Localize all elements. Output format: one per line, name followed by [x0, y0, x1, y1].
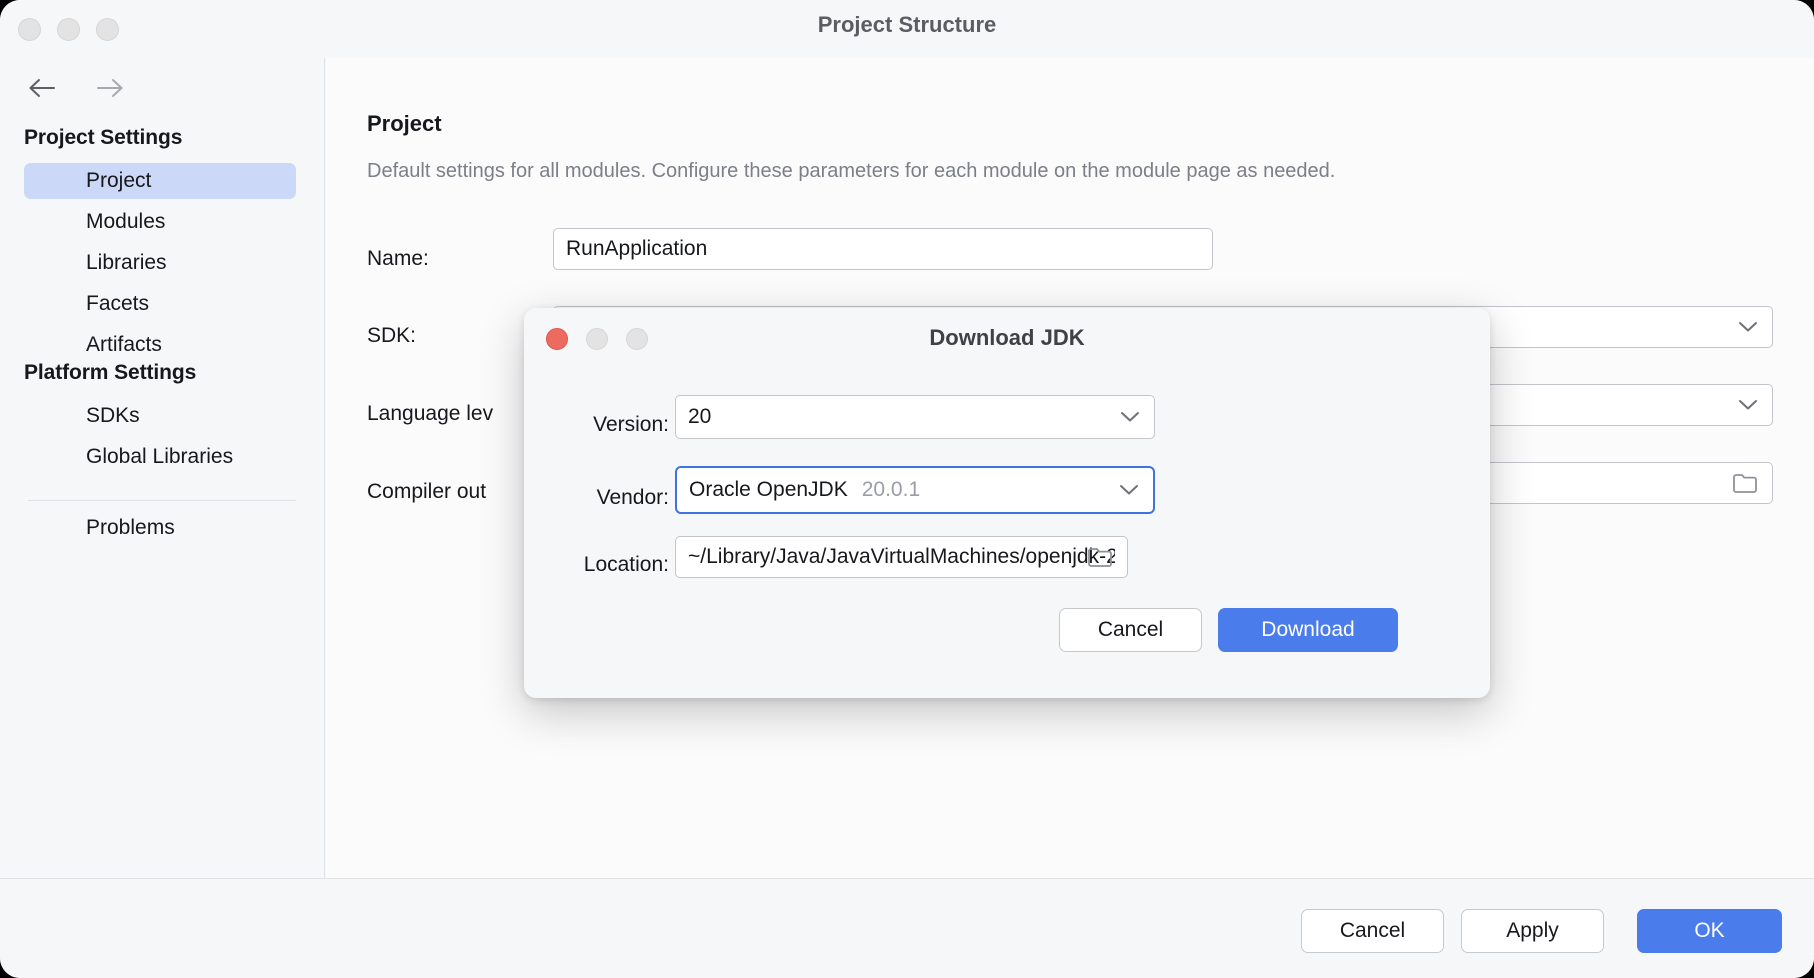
sidebar-item-label: Facets: [86, 292, 150, 315]
location-input[interactable]: ~/Library/Java/JavaVirtualMachines/openj…: [675, 536, 1128, 578]
sidebar-item-label: SDKs: [86, 404, 140, 427]
sidebar-item-label: Project: [86, 169, 152, 192]
chevron-down-icon: [1738, 399, 1758, 411]
vendor-combo-value: Oracle OpenJDK: [689, 478, 848, 501]
version-combo-value: 20: [688, 405, 712, 428]
folder-icon[interactable]: [1732, 472, 1758, 494]
compiler-output-label: Compiler out: [367, 480, 487, 503]
sidebar-item-label: Modules: [86, 210, 166, 233]
navigation-arrows: [24, 72, 128, 104]
sidebar-group-platform-settings: Platform Settings: [24, 361, 197, 384]
sidebar-item-libraries[interactable]: Libraries: [24, 245, 296, 281]
location-label: Location:: [583, 553, 669, 576]
download-jdk-dialog: Download JDK Version: 20 Vendor: Oracle …: [524, 308, 1490, 698]
dialog-titlebar: Download JDK: [524, 308, 1490, 370]
location-input-value: ~/Library/Java/JavaVirtualMachines/openj…: [688, 545, 1115, 568]
chevron-down-icon: [1120, 411, 1140, 423]
chevron-down-icon: [1738, 321, 1758, 333]
name-label: Name:: [367, 247, 429, 270]
page-title: Project: [367, 111, 442, 136]
name-input[interactable]: RunApplication: [553, 228, 1213, 270]
arrow-right-icon: [97, 79, 123, 97]
sidebar-divider: [28, 500, 296, 501]
dialog-download-button[interactable]: Download: [1218, 608, 1398, 652]
sidebar-item-project[interactable]: Project: [24, 163, 296, 199]
sidebar-item-modules[interactable]: Modules: [24, 204, 296, 240]
apply-button[interactable]: Apply: [1461, 909, 1604, 953]
project-structure-window: Project Structure Project Settings Proje…: [0, 0, 1814, 978]
sidebar-item-artifacts[interactable]: Artifacts: [24, 327, 296, 363]
window-titlebar: Project Structure: [0, 0, 1814, 58]
vendor-label: Vendor:: [596, 486, 669, 509]
forward-button[interactable]: [92, 72, 128, 104]
back-button[interactable]: [24, 72, 60, 104]
ok-button[interactable]: OK: [1637, 909, 1782, 953]
sidebar-item-sdks[interactable]: SDKs: [24, 398, 296, 434]
chevron-down-icon: [1119, 484, 1139, 496]
version-label: Version:: [593, 413, 669, 436]
sidebar-item-label: Artifacts: [86, 333, 162, 356]
sidebar-group-project-settings: Project Settings: [24, 126, 183, 149]
dialog-title: Download JDK: [929, 325, 1085, 350]
sidebar: Project Settings Project Modules Librari…: [0, 58, 325, 878]
sidebar-item-label: Problems: [86, 516, 175, 539]
name-input-value: RunApplication: [566, 237, 708, 260]
sidebar-item-global-libraries[interactable]: Global Libraries: [24, 439, 296, 475]
folder-icon[interactable]: [1087, 546, 1113, 568]
cancel-button[interactable]: Cancel: [1301, 909, 1444, 953]
sidebar-item-label: Global Libraries: [86, 445, 234, 468]
sdk-label: SDK:: [367, 324, 417, 347]
vendor-version-value: 20.0.1: [861, 478, 921, 501]
page-description: Default settings for all modules. Config…: [367, 160, 1336, 182]
arrow-left-icon: [29, 79, 55, 97]
dialog-cancel-button[interactable]: Cancel: [1059, 608, 1202, 652]
vendor-combo[interactable]: Oracle OpenJDK 20.0.1: [675, 466, 1155, 514]
window-title: Project Structure: [817, 12, 997, 37]
sidebar-item-facets[interactable]: Facets: [24, 286, 296, 322]
language-level-label: Language lev: [367, 402, 494, 425]
sidebar-item-label: Libraries: [86, 251, 167, 274]
version-combo[interactable]: 20: [675, 395, 1155, 439]
sidebar-item-problems[interactable]: Problems: [24, 510, 296, 546]
